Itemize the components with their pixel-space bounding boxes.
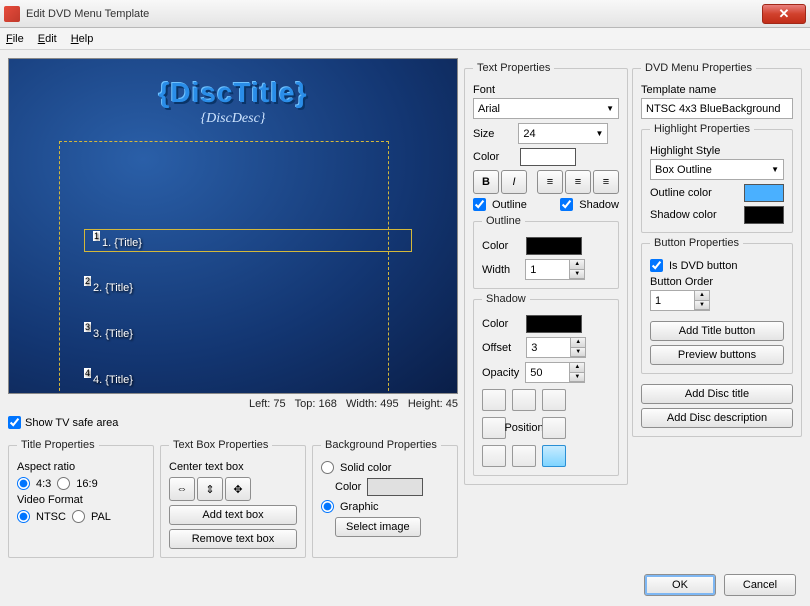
center-h-button[interactable]: ⇔	[169, 477, 195, 501]
center-v-button[interactable]: ⇕	[197, 477, 223, 501]
show-tv-checkbox[interactable]	[8, 416, 21, 429]
aspect-43-radio[interactable]	[17, 477, 30, 490]
button-order-spinner[interactable]: ▲▼	[650, 290, 710, 311]
shadow-opacity-spinner[interactable]: ▲▼	[525, 362, 585, 383]
add-title-button[interactable]: Add Title button	[650, 321, 784, 341]
pos-tl[interactable]	[482, 389, 506, 411]
align-center-button[interactable]: ≡	[565, 170, 591, 194]
pos-ml[interactable]	[482, 417, 506, 439]
outline-color-swatch[interactable]	[526, 237, 582, 255]
menu-edit[interactable]: Edit	[38, 33, 57, 45]
shadow-color-swatch[interactable]	[526, 315, 582, 333]
shadow-offset-spinner[interactable]: ▲▼	[526, 337, 586, 358]
pos-tc[interactable]	[512, 389, 536, 411]
status-line: Left: 75 Top: 168 Width: 495 Height: 45	[8, 398, 458, 410]
disc-title[interactable]: {DiscTitle}	[9, 77, 457, 109]
disc-desc[interactable]: {DiscDesc}	[9, 111, 457, 127]
add-textbox-button[interactable]: Add text box	[169, 505, 297, 525]
bold-button[interactable]: B	[473, 170, 499, 194]
outline-checkbox[interactable]	[473, 198, 486, 211]
is-dvd-checkbox[interactable]	[650, 259, 663, 272]
size-dropdown[interactable]: 24▼	[518, 123, 608, 144]
highlight-style-dropdown[interactable]: Box Outline▼	[650, 159, 784, 180]
remove-textbox-button[interactable]: Remove text box	[169, 529, 297, 549]
center-both-button[interactable]: ✥	[225, 477, 251, 501]
app-icon	[4, 6, 20, 22]
window-title: Edit DVD Menu Template	[26, 8, 762, 20]
background-properties-group: Background Properties Solid color Color …	[312, 439, 458, 558]
position-grid: Position	[482, 389, 610, 467]
align-left-button[interactable]: ≡	[537, 170, 563, 194]
shadow-checkbox[interactable]	[560, 198, 573, 211]
font-dropdown[interactable]: Arial▼	[473, 98, 619, 119]
ntsc-radio[interactable]	[17, 510, 30, 523]
dvd-menu-properties-group: DVD Menu Properties Template name Highli…	[632, 62, 802, 437]
title-row-4[interactable]: 44. {Title}	[84, 367, 133, 388]
template-name-input[interactable]	[641, 98, 793, 119]
shadow-group: Shadow Color Offset ▲▼ Opacity ▲▼ Positi…	[473, 293, 619, 476]
cancel-button[interactable]: Cancel	[724, 574, 796, 596]
pos-bl[interactable]	[482, 445, 506, 467]
italic-button[interactable]: I	[501, 170, 527, 194]
show-tv-label: Show TV safe area	[25, 417, 118, 429]
aspect-169-radio[interactable]	[57, 477, 70, 490]
textbox-properties-group: Text Box Properties Center text box ⇔ ⇕ …	[160, 439, 306, 558]
title-properties-group: Title Properties Aspect ratio 4:3 16:9 V…	[8, 439, 154, 558]
pos-bc[interactable]	[512, 445, 536, 467]
text-properties-group: Text Properties Font Arial▼ Size 24▼ Col…	[464, 62, 628, 485]
position-label: Position	[512, 417, 536, 439]
align-right-button[interactable]: ≡	[593, 170, 619, 194]
selection-box[interactable]	[59, 141, 389, 394]
highlight-outline-color[interactable]	[744, 184, 784, 202]
title-row-2[interactable]: 22. {Title}	[84, 275, 133, 296]
close-button[interactable]: ✕	[762, 4, 806, 24]
title-row-3[interactable]: 33. {Title}	[84, 321, 133, 342]
outline-width-spinner[interactable]: ▲▼	[525, 259, 585, 280]
add-disc-desc-button[interactable]: Add Disc description	[641, 408, 793, 428]
outline-group: Outline Color Width ▲▼	[473, 215, 619, 289]
bg-solid-radio[interactable]	[321, 461, 334, 474]
title-row-1[interactable]: 11. {Title}	[84, 229, 412, 252]
pos-tr[interactable]	[542, 389, 566, 411]
highlight-shadow-color[interactable]	[744, 206, 784, 224]
menubar: File Edit Help	[0, 28, 810, 50]
button-properties-group: Button Properties Is DVD button Button O…	[641, 237, 793, 374]
ok-button[interactable]: OK	[644, 574, 716, 596]
menu-file[interactable]: File	[6, 33, 24, 45]
preview-canvas[interactable]: {DiscTitle} {DiscDesc} 11. {Title} 22. {…	[8, 58, 458, 394]
menu-help[interactable]: Help	[71, 33, 94, 45]
pos-mr[interactable]	[542, 417, 566, 439]
preview-buttons-button[interactable]: Preview buttons	[650, 345, 784, 365]
pal-radio[interactable]	[72, 510, 85, 523]
text-color-swatch[interactable]	[520, 148, 576, 166]
select-image-button[interactable]: Select image	[335, 517, 421, 537]
titlebar: Edit DVD Menu Template ✕	[0, 0, 810, 28]
highlight-properties-group: Highlight Properties Highlight Style Box…	[641, 123, 793, 233]
bg-color-swatch[interactable]	[367, 478, 423, 496]
bg-graphic-radio[interactable]	[321, 500, 334, 513]
add-disc-title-button[interactable]: Add Disc title	[641, 384, 793, 404]
pos-br[interactable]	[542, 445, 566, 467]
